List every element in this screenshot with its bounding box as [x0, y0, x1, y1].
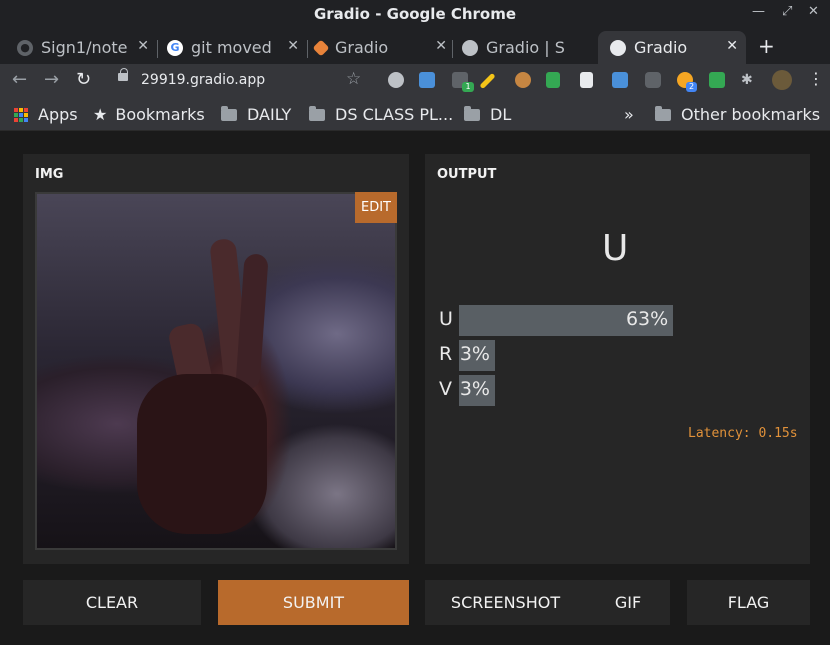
gif-button[interactable]: GIF — [586, 580, 670, 625]
forward-icon[interactable]: → — [44, 69, 59, 90]
bookmark-folder-other[interactable]: Other bookmarks — [655, 105, 820, 124]
avatar-extension-icon[interactable] — [515, 72, 531, 88]
tab-label: Sign1/note — [41, 38, 128, 57]
puzzle-green-icon[interactable] — [546, 72, 560, 88]
clear-button[interactable]: CLEAR — [23, 580, 201, 625]
globe-icon — [462, 39, 478, 56]
bookmark-label: DS CLASS PL... — [335, 105, 454, 124]
google-icon: G — [167, 39, 183, 56]
confidence-class-label: U — [439, 308, 453, 330]
folder-icon — [221, 105, 237, 121]
tab-close-icon[interactable]: ✕ — [137, 38, 149, 54]
confidence-percent: 3% — [459, 378, 490, 400]
extension-badge: 2 — [686, 82, 697, 92]
latency-text: Latency: 0.15s — [688, 426, 798, 441]
bookmark-label: Apps — [38, 105, 78, 124]
apps-grid-icon — [14, 107, 28, 122]
profile-avatar[interactable] — [772, 70, 792, 90]
github-icon: ● — [17, 39, 33, 56]
reload-icon[interactable]: ↻ — [76, 69, 91, 90]
bookmark-folder-ds-class[interactable]: DS CLASS PL... — [309, 105, 453, 124]
bookmark-label: DL — [490, 105, 512, 124]
tab-close-icon[interactable]: ✕ — [435, 38, 447, 54]
address-bar[interactable]: 29919.gradio.app — [106, 67, 376, 95]
output-panel-label: OUTPUT — [437, 167, 497, 182]
confidence-percent: 63% — [625, 308, 669, 330]
bookmarks-bar: Apps ★ Bookmarks DAILY DS CLASS PL... DL… — [0, 98, 830, 131]
window-extension-icon[interactable] — [612, 72, 628, 88]
window-title: Gradio - Google Chrome — [313, 5, 517, 23]
tab-close-icon[interactable]: ✕ — [287, 38, 299, 54]
edit-image-button[interactable]: EDIT — [355, 192, 397, 223]
new-tab-icon[interactable]: + — [758, 34, 775, 58]
screenshot-button[interactable]: SCREENSHOT — [425, 580, 586, 625]
bookmarks-overflow-button[interactable]: » — [624, 105, 634, 124]
window-titlebar: Gradio - Google Chrome — ⤢ ✕ — [0, 0, 830, 28]
input-image[interactable] — [35, 192, 397, 550]
tab-label: Gradio | S — [486, 38, 565, 57]
bookmark-star-icon[interactable]: ☆ — [346, 69, 361, 89]
flag-button[interactable]: FLAG — [687, 580, 810, 625]
back-icon[interactable]: ← — [12, 69, 27, 90]
confidence-class-label: V — [439, 378, 452, 400]
bookmark-folder-daily[interactable]: DAILY — [221, 105, 291, 124]
tab-label: git moved — [191, 38, 272, 57]
extensions-puzzle-icon[interactable]: ✱ — [741, 72, 757, 88]
tab-label: Gradio — [634, 38, 688, 57]
minimize-icon[interactable]: — — [752, 4, 765, 19]
gradio-icon — [312, 39, 330, 56]
url-text: 29919.gradio.app — [141, 72, 266, 88]
highlighter-icon[interactable] — [479, 72, 496, 90]
submit-button[interactable]: SUBMIT — [218, 580, 409, 625]
hand-photo — [37, 194, 395, 548]
predicted-label: U — [602, 228, 629, 269]
bookmark-label: Bookmarks — [115, 105, 205, 124]
document-icon[interactable] — [580, 72, 593, 88]
tab-label: Gradio — [335, 38, 389, 57]
bookmark-label: Other bookmarks — [681, 105, 821, 124]
star-icon: ★ — [93, 105, 108, 124]
smiley-extension-icon[interactable] — [709, 72, 725, 88]
bookmark-bookmarks[interactable]: ★ Bookmarks — [93, 105, 205, 124]
s-extension-icon[interactable] — [419, 72, 435, 88]
confidence-class-label: R — [439, 343, 453, 365]
folder-icon — [464, 105, 480, 121]
tab-strip: ● Sign1/note ✕ G git moved ✕ Gradio ✕ Gr… — [0, 28, 830, 64]
tab-git-moved[interactable]: G git moved ✕ — [167, 31, 307, 64]
restore-icon[interactable]: ⤢ — [782, 4, 792, 19]
extension-badge: 1 — [462, 82, 474, 92]
tab-close-icon[interactable]: ✕ — [726, 38, 738, 54]
folder-icon — [655, 105, 671, 121]
close-window-icon[interactable]: ✕ — [808, 4, 819, 19]
tab-sign1[interactable]: ● Sign1/note ✕ — [17, 31, 157, 64]
lock-icon — [118, 68, 128, 81]
confidence-percent: 3% — [459, 343, 490, 365]
bookmark-apps[interactable]: Apps — [14, 105, 78, 124]
tab-gradio-2[interactable]: Gradio | S — [462, 31, 597, 64]
bookmark-folder-dl[interactable]: DL — [464, 105, 511, 124]
pocket-icon[interactable] — [645, 72, 661, 88]
tab-gradio-1[interactable]: Gradio ✕ — [312, 31, 455, 64]
bookmark-label: DAILY — [247, 105, 292, 124]
input-panel-label: IMG — [35, 167, 64, 182]
tab-gradio-active[interactable]: Gradio ✕ — [598, 31, 746, 64]
folder-icon — [309, 105, 325, 121]
globe-icon — [610, 39, 626, 56]
menu-dots-icon[interactable]: ⋮ — [808, 69, 824, 88]
browser-toolbar: ← → ↻ 29919.gradio.app ☆ 1 2 ✱ ⋮ — [0, 64, 830, 98]
gear-extension-icon[interactable] — [388, 72, 404, 88]
